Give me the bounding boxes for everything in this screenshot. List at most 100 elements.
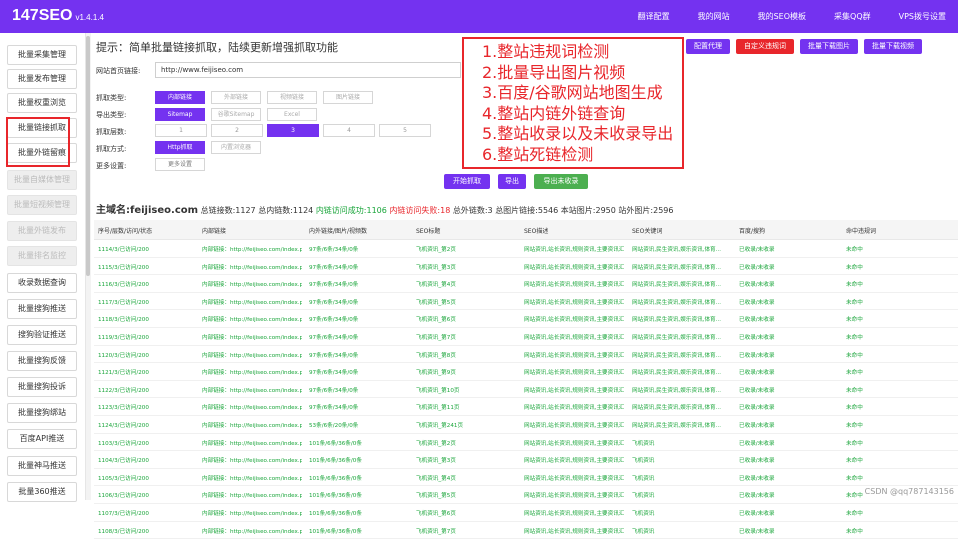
cell-seo-title: 飞机资讯_第11页 — [416, 403, 516, 411]
export-button[interactable]: 导出 — [498, 174, 526, 189]
cell-seo-description: 网站资讯,站长资讯,规则资讯,主要资讯汇... — [524, 491, 624, 499]
cell-seo-keywords: 网站资讯,民生资讯,娱乐资讯,体育... — [632, 263, 732, 271]
sidebar-item-sogou-bind[interactable]: 批量搜狗绑站 — [7, 403, 77, 423]
export-option-sitemap[interactable]: Sitemap — [155, 108, 205, 121]
sidebar-item-sogou-complaint[interactable]: 批量搜狗投诉 — [7, 377, 77, 397]
cell-banned-words: 未命中 — [846, 509, 946, 517]
cell-index-status: 1107/3/已访问/200 — [98, 509, 198, 517]
cell-seo-description: 网站资讯,站长资讯,规则资讯,主要资讯汇... — [524, 456, 624, 464]
sidebar-item-baidu-api-push[interactable]: 百度API推送 — [7, 429, 77, 449]
depth-option-5[interactable]: 5 — [379, 124, 431, 137]
column-header: SEO描述 — [524, 226, 548, 235]
table-row[interactable]: 1114/3/已访问/200内部链接：http://feijiseo.com/i… — [94, 240, 958, 258]
depth-option-3[interactable]: 3 — [267, 124, 319, 137]
table-row[interactable]: 1121/3/已访问/200内部链接：http://feijiseo.com/i… — [94, 363, 958, 381]
table-row[interactable]: 1119/3/已访问/200内部链接：http://feijiseo.com/i… — [94, 328, 958, 346]
cell-banned-words: 未命中 — [846, 368, 946, 376]
cell-link-counts: 97条/6条/34条/0条 — [309, 280, 409, 288]
url-label: 网站首页链接: — [96, 66, 140, 76]
table-row[interactable]: 1115/3/已访问/200内部链接：http://feijiseo.com/i… — [94, 258, 958, 276]
cell-internal-link: 内部链接：http://feijiseo.com/index.php — [202, 527, 302, 535]
type-label: 抓取类型: — [96, 93, 126, 103]
method-option-http[interactable]: Http抓取 — [155, 141, 205, 154]
cell-seo-description: 网站资讯,站长资讯,规则资讯,主要资讯汇... — [524, 421, 624, 429]
type-option-internal[interactable]: 内部链接 — [155, 91, 205, 104]
cell-seo-description: 网站资讯,站长资讯,规则资讯,主要资讯汇... — [524, 368, 624, 376]
config-proxy-button[interactable]: 配置代理 — [686, 39, 730, 54]
cell-baidu-sogou: 已收录/未收录 — [739, 474, 839, 482]
cell-seo-description: 网站资讯,站长资讯,规则资讯,主要资讯汇... — [524, 263, 624, 271]
cell-seo-title: 飞机资讯_第6页 — [416, 509, 516, 517]
url-input[interactable]: http://www.feijiseo.com — [155, 62, 461, 78]
cell-link-counts: 97条/6条/34条/0条 — [309, 245, 409, 253]
sidebar-item-sogou-verify-push[interactable]: 搜狗验证推送 — [7, 325, 77, 345]
cell-banned-words: 未命中 — [846, 333, 946, 341]
depth-option-4[interactable]: 4 — [323, 124, 375, 137]
stat-site-images: 本站图片:2950 — [561, 206, 616, 215]
nav-vps-dial[interactable]: VPS拨号设置 — [899, 11, 946, 22]
cell-banned-words: 未命中 — [846, 280, 946, 288]
download-videos-button[interactable]: 批量下载视频 — [864, 39, 922, 54]
type-option-external[interactable]: 外部链接 — [211, 91, 261, 104]
method-option-browser[interactable]: 内置浏览器 — [211, 141, 261, 154]
cell-banned-words: 未命中 — [846, 386, 946, 394]
table-row[interactable]: 1106/3/已访问/200内部链接：http://feijiseo.com/i… — [94, 486, 958, 504]
depth-option-1[interactable]: 1 — [155, 124, 207, 137]
export-option-google-sitemap[interactable]: 谷歌Sitemap — [211, 108, 261, 121]
sidebar-item-push-360[interactable]: 批量360推送 — [7, 482, 77, 502]
nav-qq-group[interactable]: 采集QQ群 — [834, 11, 871, 22]
table-row[interactable]: 1108/3/已访问/200内部链接：http://feijiseo.com/i… — [94, 522, 958, 539]
cell-seo-keywords: 网站资讯,民生资讯,娱乐资讯,体育... — [632, 421, 732, 429]
custom-banned-words-button[interactable]: 自定义违规词 — [736, 39, 794, 54]
table-row[interactable]: 1116/3/已访问/200内部链接：http://feijiseo.com/i… — [94, 275, 958, 293]
table-row[interactable]: 1124/3/已访问/200内部链接：http://feijiseo.com/i… — [94, 416, 958, 434]
start-crawl-button[interactable]: 开始抓取 — [444, 174, 490, 189]
sidebar-item-index-query[interactable]: 收录数据查询 — [7, 273, 77, 293]
sidebar-item-shenma-push[interactable]: 批量神马推送 — [7, 456, 77, 476]
top-nav: 翻译配置 我的网站 我的SEO模板 采集QQ群 VPS拨号设置 — [610, 11, 946, 22]
sidebar-item-sogou-feedback[interactable]: 批量搜狗反馈 — [7, 351, 77, 371]
table-row[interactable]: 1123/3/已访问/200内部链接：http://feijiseo.com/i… — [94, 398, 958, 416]
download-images-button[interactable]: 批量下载图片 — [800, 39, 858, 54]
nav-my-sites[interactable]: 我的网站 — [698, 11, 730, 22]
table-row[interactable]: 1122/3/已访问/200内部链接：http://feijiseo.com/i… — [94, 381, 958, 399]
nav-seo-templates[interactable]: 我的SEO模板 — [758, 11, 806, 22]
table-row[interactable]: 1103/3/已访问/200内部链接：http://feijiseo.com/i… — [94, 434, 958, 452]
sidebar-item-batch-weight-browse[interactable]: 批量权重浏览 — [7, 93, 77, 113]
cell-seo-title: 飞机资讯_第7页 — [416, 333, 516, 341]
sidebar-item-batch-publish[interactable]: 批量发布管理 — [7, 69, 77, 89]
action-buttons: 配置代理 自定义违规词 批量下载图片 批量下载视频 — [686, 39, 922, 54]
cell-seo-description: 网站资讯,站长资讯,规则资讯,主要资讯汇... — [524, 245, 624, 253]
cell-index-status: 1114/3/已访问/200 — [98, 245, 198, 253]
cell-seo-description: 网站资讯,站长资讯,规则资讯,主要资讯汇... — [524, 351, 624, 359]
sidebar-item-batch-short-video: 批量短视频管理 — [7, 195, 77, 215]
type-option-image[interactable]: 图片链接 — [323, 91, 373, 104]
depth-option-2[interactable]: 2 — [211, 124, 263, 137]
cell-seo-description: 网站资讯,站长资讯,规则资讯,主要资讯汇... — [524, 474, 624, 482]
cell-link-counts: 97条/6条/34条/0条 — [309, 263, 409, 271]
cell-banned-words: 未命中 — [846, 403, 946, 411]
cell-seo-title: 飞机资讯_第9页 — [416, 368, 516, 376]
type-option-video[interactable]: 视频链接 — [267, 91, 317, 104]
table-row[interactable]: 1118/3/已访问/200内部链接：http://feijiseo.com/i… — [94, 310, 958, 328]
top-bar: 147SEOv1.4.1.4 翻译配置 我的网站 我的SEO模板 采集QQ群 V… — [0, 0, 958, 33]
sidebar-item-sogou-push[interactable]: 批量搜狗推送 — [7, 299, 77, 319]
cell-seo-keywords: 飞机资讯 — [632, 456, 732, 464]
table-row[interactable]: 1107/3/已访问/200内部链接：http://feijiseo.com/i… — [94, 504, 958, 522]
cell-baidu-sogou: 已收录/未收录 — [739, 527, 839, 535]
feature-item: 2.批量导出图片视频 — [482, 63, 682, 84]
table-row[interactable]: 1120/3/已访问/200内部链接：http://feijiseo.com/i… — [94, 346, 958, 364]
sidebar: 批量采集管理批量发布管理批量权重浏览批量链接抓取批量外链留痕批量自媒体管理批量短… — [0, 33, 84, 500]
cell-internal-link: 内部链接：http://feijiseo.com/index.php — [202, 315, 302, 323]
table-row[interactable]: 1105/3/已访问/200内部链接：http://feijiseo.com/i… — [94, 469, 958, 487]
table-row[interactable]: 1104/3/已访问/200内部链接：http://feijiseo.com/i… — [94, 451, 958, 469]
table-header: 序号/层数/访问/状态 内部链接 内外链接/图片/视频数 SEO标题 SEO描述… — [94, 220, 958, 240]
more-settings-button[interactable]: 更多设置 — [155, 158, 205, 171]
cell-link-counts: 97条/6条/34条/0条 — [309, 298, 409, 306]
export-option-excel[interactable]: Excel — [267, 108, 317, 121]
nav-translate-config[interactable]: 翻译配置 — [638, 11, 670, 22]
sidebar-scrollbar-thumb[interactable] — [86, 36, 90, 276]
export-unindexed-button[interactable]: 导出未收录 — [534, 174, 588, 189]
sidebar-item-batch-collect[interactable]: 批量采集管理 — [7, 45, 77, 65]
table-row[interactable]: 1117/3/已访问/200内部链接：http://feijiseo.com/i… — [94, 293, 958, 311]
